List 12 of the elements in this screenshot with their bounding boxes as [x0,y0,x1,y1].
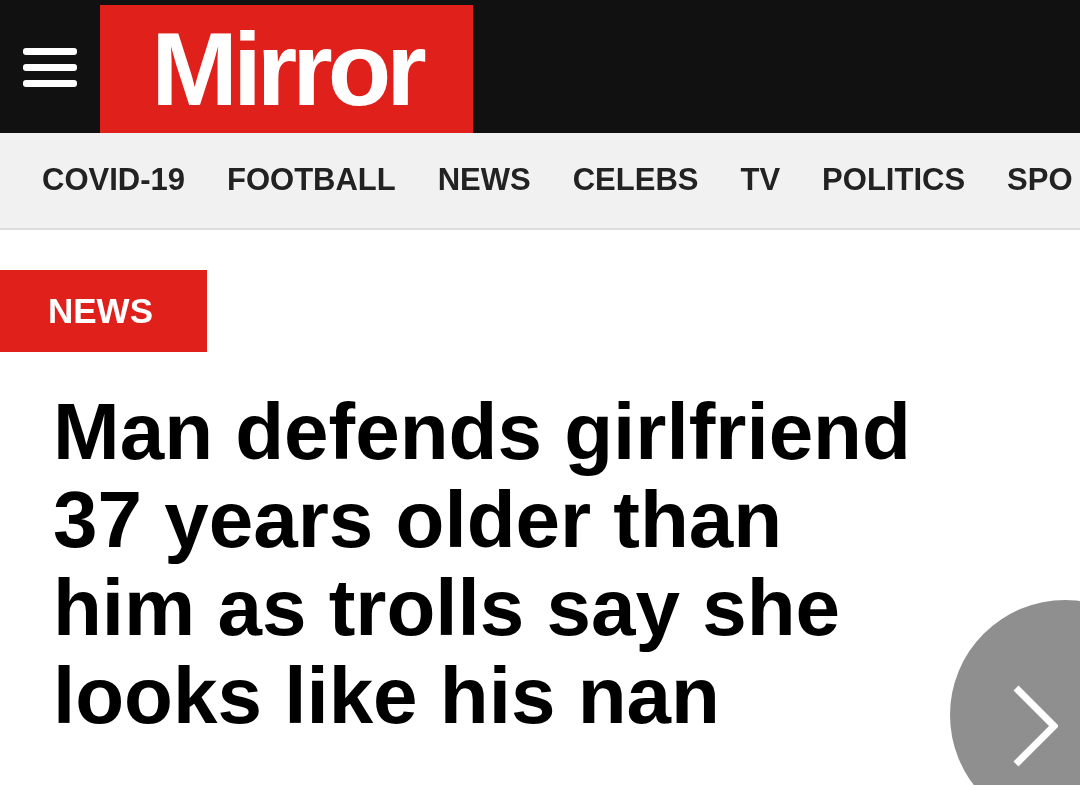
nav-link[interactable]: POLITICS [822,157,966,204]
article-headline: Man defends girlfriend 37 years older than him as trolls say she looks like his nan [53,388,912,740]
nav-link[interactable]: TV [740,157,781,204]
chevron-right-icon [1012,684,1058,768]
nav-link[interactable]: NEWS [437,157,531,204]
menu-icon [23,45,77,88]
nav-link[interactable]: CELEBS [572,157,699,204]
section-label[interactable]: NEWS [0,270,207,352]
site-logo[interactable]: Mirror [100,5,473,133]
nav-link[interactable]: COVID-19 [42,157,185,204]
nav-link[interactable]: SPO [1007,157,1073,204]
nav-link[interactable]: FOOTBALL [227,157,396,204]
